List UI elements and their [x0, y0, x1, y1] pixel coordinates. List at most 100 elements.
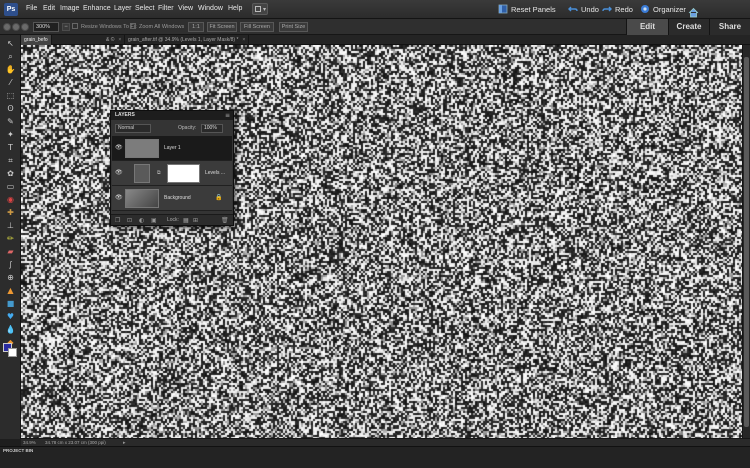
zoom-all-windows-checkbox[interactable]: Zoom All Windows — [130, 23, 184, 30]
resize-windows-checkbox[interactable]: Resize Windows To Fit — [72, 23, 137, 30]
home-icon — [688, 7, 699, 18]
type-tool-icon[interactable]: T — [5, 143, 16, 152]
menu-select[interactable]: Select — [135, 5, 154, 12]
home-button[interactable] — [688, 3, 699, 18]
red-eye-tool-icon[interactable]: ◉ — [5, 195, 16, 204]
redo-button[interactable]: Redo — [602, 3, 633, 16]
vertical-scrollbar[interactable] — [742, 45, 750, 438]
link-icon: ⧉ — [157, 170, 161, 176]
marquee-tool-icon[interactable]: ⬚ — [5, 91, 16, 100]
layer-name: Levels ... — [205, 170, 226, 176]
layers-panel-footer: ❐ ⊡ ◐ ▣ Lock: ▦ ⊞ 🗑 — [111, 214, 233, 225]
cookie-cutter-tool-icon[interactable]: ✿ — [5, 169, 16, 178]
zoom-out-button[interactable]: − — [62, 23, 70, 31]
doc-tab-mini[interactable]: & © × — [103, 35, 126, 45]
adjustment-layer-icon[interactable]: ◐ — [139, 217, 144, 224]
straighten-tool-icon[interactable]: ▭ — [5, 182, 16, 191]
spot-healing-tool-icon[interactable]: ✚ — [5, 208, 16, 217]
menu-filter[interactable]: Filter — [158, 5, 174, 12]
undo-button[interactable]: Undo — [568, 3, 599, 16]
tab-share[interactable]: Share — [709, 19, 750, 35]
adjustment-icon — [134, 164, 150, 183]
panel-menu-icon[interactable]: ≡ — [225, 111, 230, 120]
menu-file[interactable]: File — [26, 5, 37, 12]
grain-noise-image — [21, 45, 750, 438]
blur-tool-icon[interactable]: 💧 — [5, 325, 16, 334]
scrollbar-thumb[interactable] — [744, 57, 749, 427]
doc-tab-label: grain_befo — [24, 37, 48, 43]
status-bar: 34.9% 34.78 cm x 23.07 cm (300 ppi) ▸ — [21, 438, 750, 446]
print-size-button[interactable]: Print Size — [279, 22, 308, 32]
eye-icon[interactable]: 👁 — [115, 195, 123, 201]
brush-tool-icon[interactable]: ∫ — [5, 260, 16, 269]
tab-edit[interactable]: Edit — [626, 19, 668, 35]
quick-selection-tool-icon[interactable]: ✎ — [5, 117, 16, 126]
window-close-button[interactable] — [3, 23, 11, 31]
menu-view[interactable]: View — [178, 5, 193, 12]
window-minimize-button[interactable] — [12, 23, 20, 31]
background-color-swatch[interactable] — [8, 348, 17, 357]
menu-layer[interactable]: Layer — [114, 5, 132, 12]
gradient-tool-icon[interactable]: ■ — [5, 299, 16, 308]
resize-windows-label: Resize Windows To Fit — [81, 24, 137, 30]
eyedropper-tool-icon[interactable]: ⁄ — [5, 78, 16, 87]
project-bin-label[interactable]: PROJECT BIN — [3, 448, 33, 453]
tool-options-bar: 300% − Resize Windows To Fit Zoom All Wi… — [0, 19, 626, 35]
organizer-button[interactable]: Organizer — [640, 3, 686, 16]
zoom-input[interactable]: 300% — [33, 22, 59, 32]
lock-label: Lock: — [167, 217, 179, 223]
trash-icon[interactable]: 🗑 — [221, 217, 229, 224]
pencil-tool-icon[interactable]: ✏ — [5, 234, 16, 243]
lock-all-icon[interactable]: ⊞ — [193, 217, 198, 224]
close-icon[interactable]: × — [118, 37, 121, 43]
opacity-input[interactable]: 100% — [201, 124, 223, 133]
doc-tab-grain-before[interactable]: grain_befo — [21, 35, 52, 45]
actual-pixels-button[interactable]: 1:1 — [188, 22, 204, 32]
menu-enhance[interactable]: Enhance — [83, 5, 111, 12]
document-tabs: grain_befo & © × grain_after.tif @ 34.9% … — [21, 35, 750, 45]
redo-icon — [602, 6, 612, 12]
menu-help[interactable]: Help — [228, 5, 242, 12]
window-maximize-button[interactable] — [21, 23, 29, 31]
hand-tool-icon[interactable]: ✋ — [5, 65, 16, 74]
new-group-icon[interactable]: ⊡ — [127, 217, 132, 224]
undo-label: Undo — [581, 5, 599, 14]
checkbox-icon — [72, 23, 78, 29]
lasso-tool-icon[interactable]: ʘ — [5, 104, 16, 113]
eye-icon[interactable]: 👁 — [115, 170, 123, 176]
arrange-documents-button[interactable]: ▾ — [252, 3, 268, 15]
doc-tab-label: grain_after.tif @ 34.9% (Levels 1, Layer… — [128, 37, 239, 43]
magic-wand-tool-icon[interactable]: ✦ — [5, 130, 16, 139]
new-layer-icon[interactable]: ❐ — [115, 217, 120, 224]
layer-mask-icon[interactable]: ▣ — [151, 217, 157, 224]
zoom-tool-icon[interactable]: ⌕ — [5, 52, 16, 61]
layer-row-levels[interactable]: 👁 ⧉ Levels ... — [112, 161, 232, 186]
layer-row-layer-1[interactable]: 👁 Layer 1 — [112, 136, 232, 161]
close-icon[interactable]: × — [242, 37, 245, 43]
organizer-icon — [641, 5, 649, 14]
fill-screen-button[interactable]: Fill Screen — [240, 22, 274, 32]
reset-panels-icon — [498, 4, 508, 14]
document-canvas[interactable] — [21, 45, 750, 438]
reset-panels-button[interactable]: Reset Panels — [498, 3, 556, 16]
doc-tab-grain-after[interactable]: grain_after.tif @ 34.9% (Levels 1, Layer… — [125, 35, 250, 45]
clone-stamp-tool-icon[interactable]: ⊥ — [5, 221, 16, 230]
lock-transparent-icon[interactable]: ▦ — [183, 217, 189, 224]
layer-row-background[interactable]: 👁 Background 🔒 — [112, 186, 232, 211]
eraser-tool-icon[interactable]: ▰ — [5, 247, 16, 256]
project-bin: PROJECT BIN — [0, 446, 750, 468]
smart-brush-tool-icon[interactable]: ⊕ — [5, 273, 16, 282]
menu-image[interactable]: Image — [60, 5, 79, 12]
layers-panel-titlebar[interactable]: LAYERS ≡ — [111, 111, 233, 120]
move-tool-icon[interactable]: ↖ — [5, 39, 16, 48]
shape-tool-icon[interactable]: ♥ — [5, 312, 16, 321]
layer-name: Layer 1 — [164, 145, 181, 151]
tab-create[interactable]: Create — [668, 19, 709, 35]
paint-bucket-tool-icon[interactable]: ▲ — [5, 286, 16, 295]
menu-edit[interactable]: Edit — [43, 5, 55, 12]
menu-window[interactable]: Window — [198, 5, 223, 12]
crop-tool-icon[interactable]: ⌗ — [5, 156, 16, 165]
eye-icon[interactable]: 👁 — [115, 145, 123, 151]
fit-screen-button[interactable]: Fit Screen — [207, 22, 237, 32]
blend-mode-select[interactable]: Normal — [115, 124, 151, 133]
